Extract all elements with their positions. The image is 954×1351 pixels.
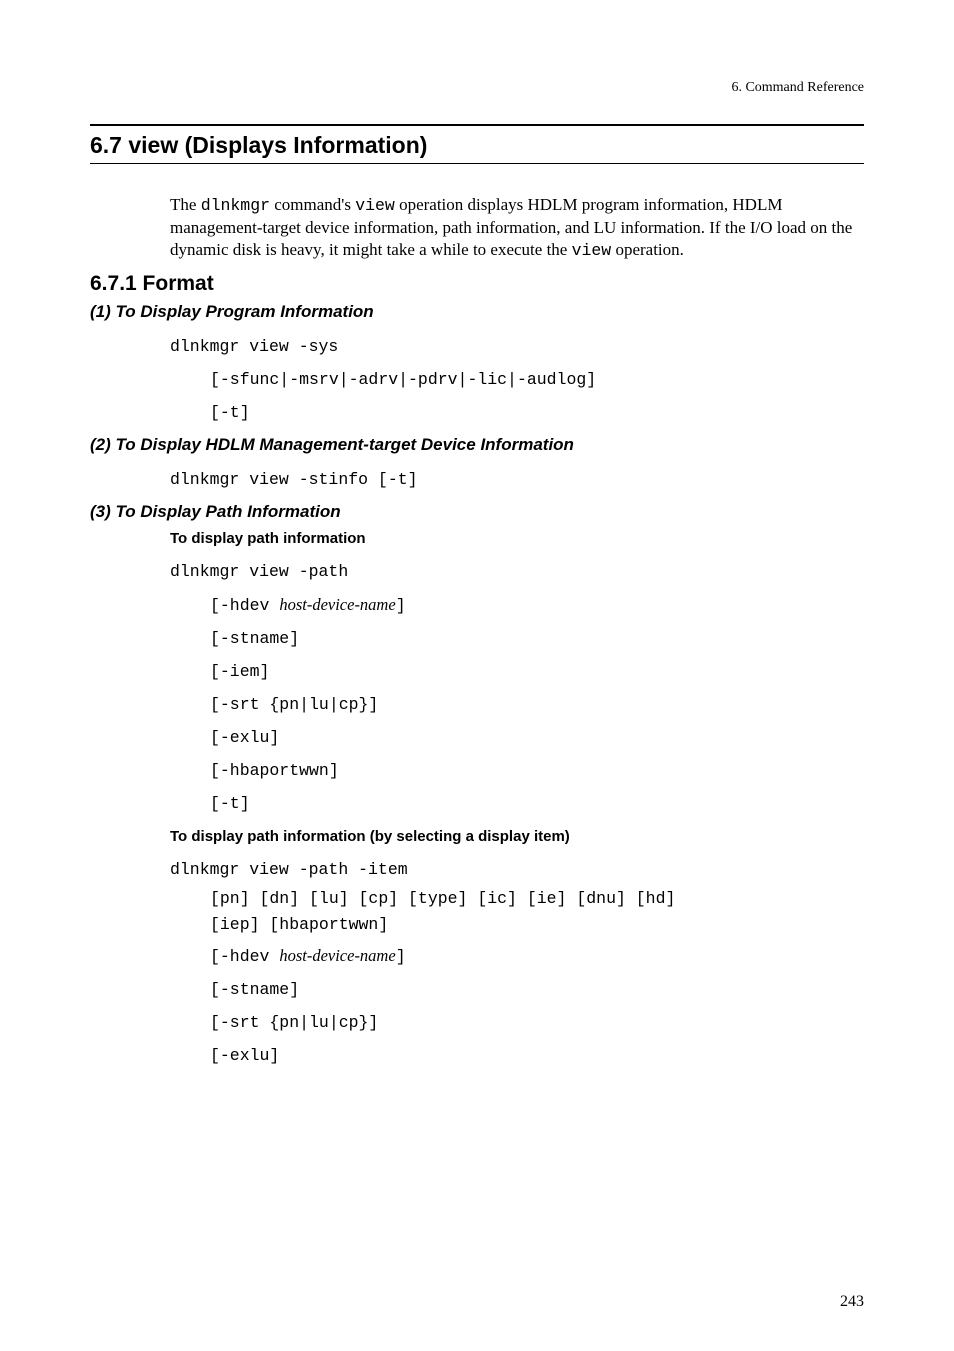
- rule-top-thick: [90, 124, 864, 126]
- intro-op: view: [355, 196, 395, 215]
- sub3b-line3-post: ]: [396, 947, 406, 966]
- sub3a-line4: [-iem]: [210, 655, 864, 688]
- sub3b-line3: [-hdev host-device-name]: [210, 939, 864, 973]
- sub1-line2: [-sfunc|-msrv|-adrv|-pdrv|-lic|-audlog]: [210, 363, 864, 396]
- sub2-code: dlnkmgr view -stinfo [-t]: [170, 463, 864, 496]
- sub2-title: (2) To Display HDLM Management-target De…: [90, 435, 864, 455]
- sub1-title: (1) To Display Program Information: [90, 302, 864, 322]
- running-head: 6. Command Reference: [90, 80, 864, 96]
- sub3a-code: dlnkmgr view -path [-hdev host-device-na…: [170, 555, 864, 820]
- sub1-code: dlnkmgr view -sys [-sfunc|-msrv|-adrv|-p…: [170, 330, 864, 429]
- sub3-heading-b: To display path information (by selectin…: [170, 828, 864, 845]
- page-number: 243: [840, 1293, 864, 1311]
- sub3b-code: dlnkmgr view -path -item [pn] [dn] [lu] …: [170, 853, 864, 1072]
- sub3-title: (3) To Display Path Information: [90, 502, 864, 522]
- sub3b-line5: [-srt {pn|lu|cp}]: [210, 1006, 864, 1039]
- section-title: 6.7 view (Displays Information): [90, 132, 864, 159]
- sub3-heading-a: To display path information: [170, 530, 864, 547]
- sub3a-line2: [-hdev host-device-name]: [210, 588, 864, 622]
- sub3a-line1: dlnkmgr view -path: [170, 555, 864, 588]
- sub3a-line3: [-stname]: [210, 622, 864, 655]
- intro-block: The dlnkmgr command's view operation dis…: [170, 194, 864, 262]
- sub1-line1: dlnkmgr view -sys: [170, 330, 864, 363]
- sub2-line1: dlnkmgr view -stinfo [-t]: [170, 463, 864, 496]
- intro-paragraph: The dlnkmgr command's view operation dis…: [170, 194, 864, 262]
- subsection-title: 6.7.1 Format: [90, 272, 864, 296]
- sub3a-line8: [-t]: [210, 787, 864, 820]
- intro-t4: operation.: [611, 240, 684, 259]
- intro-t2: command's: [270, 195, 355, 214]
- sub3a-line6: [-exlu]: [210, 721, 864, 754]
- sub3b-line6: [-exlu]: [210, 1039, 864, 1072]
- sub3a-line5: [-srt {pn|lu|cp}]: [210, 688, 864, 721]
- sub3b-line4: [-stname]: [210, 973, 864, 1006]
- sub3a-line2-pre: [-hdev: [210, 596, 279, 615]
- sub3b-line3-pre: [-hdev: [210, 947, 279, 966]
- sub3a-line2-post: ]: [396, 596, 406, 615]
- intro-op2: view: [572, 241, 612, 260]
- rule-top-thin: [90, 163, 864, 164]
- intro-t1: The: [170, 195, 201, 214]
- sub3a-line7: [-hbaportwwn]: [210, 754, 864, 787]
- sub3a-line2-it: host-device-name: [279, 595, 395, 614]
- sub1-line3: [-t]: [210, 396, 864, 429]
- sub3b-line1: dlnkmgr view -path -item: [170, 853, 864, 886]
- sub3b-line3-it: host-device-name: [279, 946, 395, 965]
- intro-cmd: dlnkmgr: [201, 196, 270, 215]
- page: 6. Command Reference 6.7 view (Displays …: [0, 0, 954, 1351]
- sub3b-line2: [pn] [dn] [lu] [cp] [type] [ic] [ie] [dn…: [210, 886, 730, 939]
